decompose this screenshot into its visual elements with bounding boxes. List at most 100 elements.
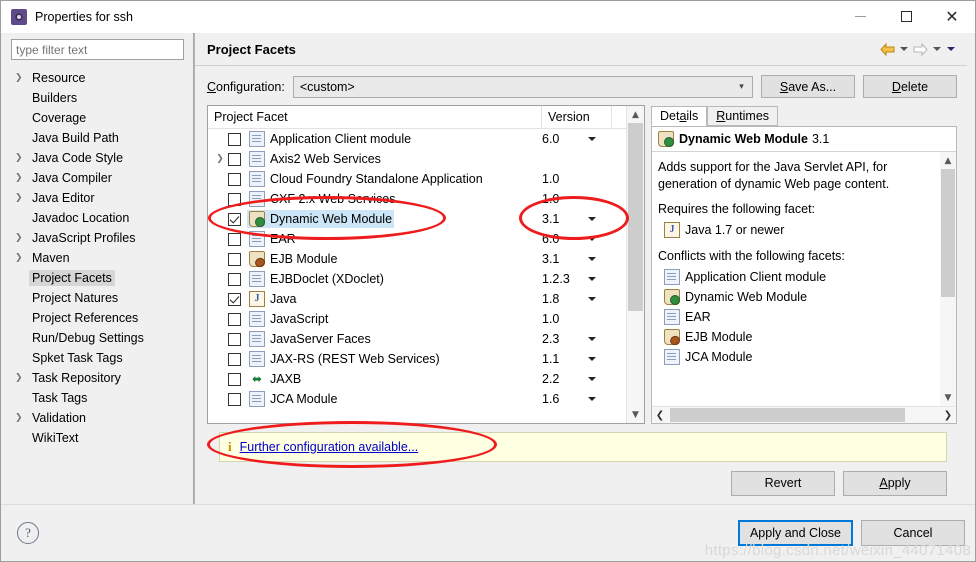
chevron-right-icon[interactable]: ❯ <box>15 253 29 263</box>
delete-button[interactable]: Delete <box>863 75 957 98</box>
table-row[interactable]: JCA Module 1.6 <box>208 389 644 409</box>
tab-details[interactable]: Details <box>651 106 708 126</box>
facet-checkbox[interactable] <box>228 392 241 406</box>
facet-version-cell[interactable]: 2.3 <box>542 332 612 346</box>
facet-version-cell[interactable]: 1.8 <box>542 292 612 306</box>
version-chevron-down-icon[interactable] <box>588 237 596 241</box>
back-history-chevron-down-icon[interactable] <box>898 41 910 57</box>
facet-checkbox[interactable] <box>228 212 241 226</box>
facet-version-cell[interactable]: 1.0 <box>542 172 612 186</box>
sidebar-item-run-debug-settings[interactable]: Run/Debug Settings <box>11 328 193 348</box>
hscroll-thumb[interactable] <box>670 408 905 422</box>
facet-version-cell[interactable]: 1.2.3 <box>542 272 612 286</box>
version-chevron-down-icon[interactable] <box>588 377 596 381</box>
facet-version-cell[interactable]: 2.2 <box>542 372 612 386</box>
revert-button[interactable]: Revert <box>731 470 835 496</box>
facet-checkbox[interactable] <box>228 312 241 326</box>
facet-version-cell[interactable]: 1.0 <box>542 312 612 326</box>
view-menu-chevron-down-icon[interactable] <box>945 41 957 57</box>
sidebar-item-task-repository[interactable]: ❯ Task Repository <box>11 368 193 388</box>
table-row[interactable]: CXF 2.x Web Services 1.0 <box>208 189 644 209</box>
table-row[interactable]: J Java 1.8 <box>208 289 644 309</box>
sidebar-item-java-code-style[interactable]: ❯ Java Code Style <box>11 148 193 168</box>
scroll-down-chevron-down-icon[interactable]: ▼ <box>627 406 644 423</box>
back-arrow-icon[interactable] <box>879 41 896 58</box>
forward-arrow-icon[interactable] <box>912 41 929 58</box>
details-horizontal-scrollbar[interactable]: ❮ ❯ <box>652 406 956 423</box>
save-as-button[interactable]: Save As... <box>761 75 855 98</box>
chevron-right-icon[interactable]: ❯ <box>15 173 29 183</box>
apply-button[interactable]: Apply <box>843 470 947 496</box>
chevron-right-icon[interactable]: ❯ <box>15 153 29 163</box>
facet-version-cell[interactable]: 3.1 <box>542 252 612 266</box>
scroll-thumb[interactable] <box>628 123 643 311</box>
chevron-right-icon[interactable]: ❯ <box>15 73 29 83</box>
help-icon[interactable]: ? <box>17 522 39 544</box>
sidebar-item-java-build-path[interactable]: Java Build Path <box>11 128 193 148</box>
details-scroll-down-chevron-down-icon[interactable]: ▼ <box>940 389 956 406</box>
facet-checkbox[interactable] <box>228 152 241 166</box>
minimize-button[interactable] <box>837 1 883 32</box>
facet-version-cell[interactable]: 1.1 <box>542 352 612 366</box>
chevron-right-icon[interactable]: ❯ <box>15 373 29 383</box>
sidebar-item-task-tags[interactable]: Task Tags <box>11 388 193 408</box>
facet-name-cell[interactable]: JavaServer Faces <box>208 330 542 348</box>
maximize-button[interactable] <box>883 1 929 32</box>
facet-name-cell[interactable]: ❯ Axis2 Web Services <box>208 150 542 168</box>
configuration-select[interactable]: <custom> ▾ <box>292 75 753 98</box>
sidebar-item-java-compiler[interactable]: ❯ Java Compiler <box>11 168 193 188</box>
details-scroll-track[interactable] <box>940 169 956 389</box>
table-row[interactable]: EJB Module 3.1 <box>208 249 644 269</box>
scroll-up-chevron-up-icon[interactable]: ▲ <box>627 106 644 123</box>
facet-name-cell[interactable]: EJB Module <box>208 250 542 269</box>
sidebar-item-java-editor[interactable]: ❯ Java Editor <box>11 188 193 208</box>
facet-name-cell[interactable]: ⬌ JAXB <box>208 370 542 388</box>
sidebar-item-project-natures[interactable]: Project Natures <box>11 288 193 308</box>
chevron-right-icon[interactable]: ❯ <box>15 413 29 423</box>
facet-name-cell[interactable]: Application Client module <box>208 130 542 148</box>
version-chevron-down-icon[interactable] <box>588 277 596 281</box>
chevron-right-icon[interactable]: ❯ <box>15 193 29 203</box>
facet-name-cell[interactable]: Cloud Foundry Standalone Application <box>208 170 542 188</box>
sidebar-item-wikitext[interactable]: WikiText <box>11 428 193 448</box>
table-row[interactable]: EAR 6.0 <box>208 229 644 249</box>
chevron-right-icon[interactable]: ❯ <box>212 154 228 164</box>
facet-checkbox[interactable] <box>228 372 241 386</box>
details-vertical-scrollbar[interactable]: ▲ ▼ <box>940 152 956 406</box>
chevron-right-icon[interactable]: ❯ <box>15 233 29 243</box>
facet-name-cell[interactable]: JAX-RS (REST Web Services) <box>208 350 542 368</box>
facet-version-cell[interactable]: 1.0 <box>542 192 612 206</box>
facet-name-cell[interactable]: JavaScript <box>208 310 542 328</box>
sidebar-item-spket-task-tags[interactable]: Spket Task Tags <box>11 348 193 368</box>
version-chevron-down-icon[interactable] <box>588 357 596 361</box>
hscroll-left-chevron-left-icon[interactable]: ❮ <box>652 407 668 423</box>
forward-history-chevron-down-icon[interactable] <box>931 41 943 57</box>
table-row[interactable]: EJBDoclet (XDoclet) 1.2.3 <box>208 269 644 289</box>
facet-checkbox[interactable] <box>228 232 241 246</box>
facet-checkbox[interactable] <box>228 332 241 346</box>
chevron-down-icon[interactable]: ▾ <box>731 77 752 97</box>
facet-checkbox[interactable] <box>228 172 241 186</box>
scroll-track[interactable] <box>627 123 644 406</box>
facet-checkbox[interactable] <box>228 352 241 366</box>
facet-name-cell[interactable]: EAR <box>208 230 542 248</box>
sidebar-item-coverage[interactable]: Coverage <box>11 108 193 128</box>
table-row[interactable]: JAX-RS (REST Web Services) 1.1 <box>208 349 644 369</box>
sidebar-item-project-references[interactable]: Project References <box>11 308 193 328</box>
details-scroll-up-chevron-up-icon[interactable]: ▲ <box>940 152 956 169</box>
version-chevron-down-icon[interactable] <box>588 137 596 141</box>
sidebar-item-resource[interactable]: ❯ Resource <box>11 68 193 88</box>
sidebar-item-javadoc-location[interactable]: Javadoc Location <box>11 208 193 228</box>
version-chevron-down-icon[interactable] <box>588 257 596 261</box>
facet-version-cell[interactable]: 3.1 <box>542 212 612 226</box>
facet-table-vertical-scrollbar[interactable]: ▲ ▼ <box>626 106 644 423</box>
facet-name-cell[interactable]: Dynamic Web Module <box>208 210 542 228</box>
hscroll-right-chevron-right-icon[interactable]: ❯ <box>940 407 956 423</box>
facet-checkbox[interactable] <box>228 272 241 286</box>
details-scroll-thumb[interactable] <box>941 169 955 297</box>
facet-version-cell[interactable]: 1.6 <box>542 392 612 406</box>
apply-and-close-button[interactable]: Apply and Close <box>737 520 853 546</box>
close-button[interactable]: ✕ <box>929 1 975 32</box>
hscroll-track[interactable] <box>668 407 940 423</box>
facet-name-cell[interactable]: JCA Module <box>208 390 542 408</box>
